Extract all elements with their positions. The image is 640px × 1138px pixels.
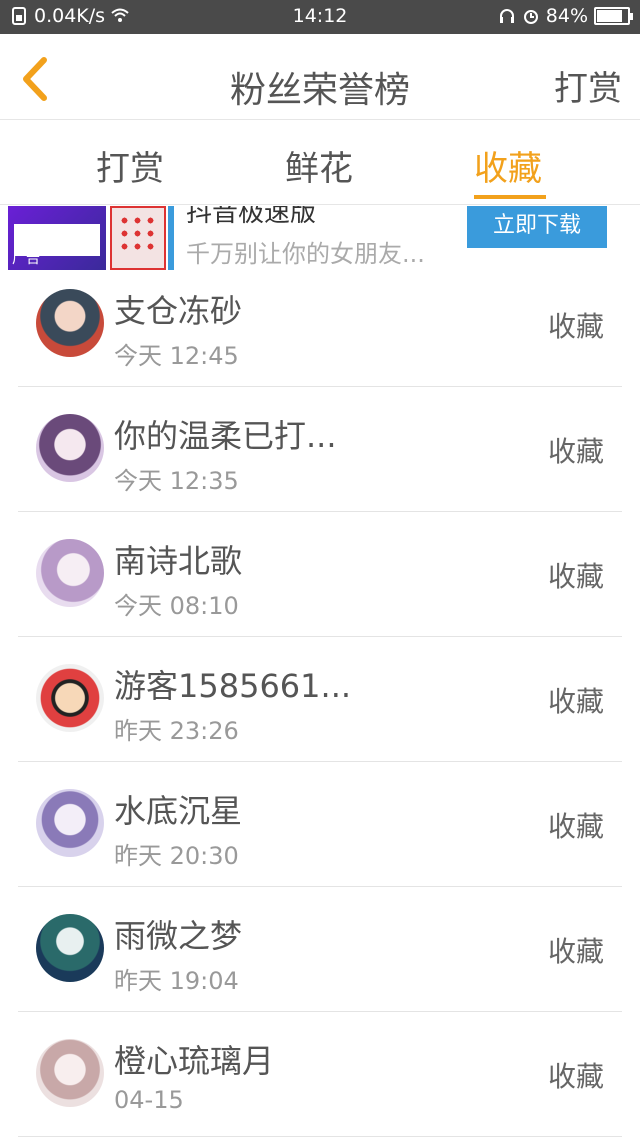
favorite-time: 今天 12:45	[114, 342, 239, 370]
header: 粉丝荣誉榜 打赏	[0, 34, 640, 120]
favorite-time: 昨天 23:26	[114, 717, 239, 745]
avatar[interactable]	[36, 539, 104, 607]
user-name: 橙心琉璃月	[114, 1042, 275, 1080]
list-item[interactable]: 游客1585661... 昨天 23:26 收藏	[0, 637, 640, 762]
ad-image: 广告	[8, 206, 106, 270]
tab-reward[interactable]: 打赏	[96, 141, 164, 190]
user-name: 水底沉星	[114, 792, 243, 830]
favorite-time: 今天 12:35	[114, 467, 239, 495]
list-item[interactable]: 橙心琉璃月 04-15 收藏	[0, 1012, 640, 1137]
ad-phone-image	[110, 206, 166, 270]
favorite-label: 收藏	[547, 685, 604, 718]
favorites-list: 支仓冻砂 今天 12:45 收藏 你的温柔已打... 今天 12:35 收藏 南…	[0, 262, 640, 1137]
status-bar: 0.04K/s 14:12 84%	[0, 0, 640, 34]
user-name: 支仓冻砂	[114, 292, 243, 330]
list-item[interactable]: 水底沉星 昨天 20:30 收藏	[0, 762, 640, 887]
avatar[interactable]	[36, 914, 104, 982]
favorite-label: 收藏	[547, 1060, 604, 1093]
battery-fill	[597, 10, 623, 22]
tab-bar: 打赏 鲜花 收藏	[0, 121, 640, 205]
avatar[interactable]	[36, 1039, 104, 1107]
user-name: 游客1585661...	[114, 667, 352, 705]
tab-favorites[interactable]: 收藏	[474, 141, 542, 190]
favorite-label: 收藏	[547, 435, 604, 468]
list-item[interactable]: 南诗北歌 今天 08:10 收藏	[0, 512, 640, 637]
avatar[interactable]	[36, 414, 104, 482]
tab-flowers[interactable]: 鲜花	[285, 141, 353, 190]
favorite-time: 昨天 19:04	[114, 967, 239, 995]
alarm-icon	[523, 10, 538, 24]
list-item[interactable]: 支仓冻砂 今天 12:45 收藏	[0, 262, 640, 387]
favorite-label: 收藏	[547, 310, 604, 343]
ad-title: 抖音极速版	[186, 206, 317, 228]
favorite-label: 收藏	[547, 560, 604, 593]
user-name: 雨微之梦	[114, 917, 243, 955]
active-tab-indicator	[474, 195, 546, 199]
battery-icon	[594, 7, 633, 25]
headset-icon	[499, 9, 514, 23]
list-item[interactable]: 你的温柔已打... 今天 12:35 收藏	[0, 387, 640, 512]
avatar[interactable]	[36, 289, 104, 357]
page-title: 粉丝荣誉榜	[229, 70, 410, 111]
reward-button[interactable]: 打赏	[554, 61, 622, 110]
user-name: 南诗北歌	[114, 542, 243, 580]
avatar[interactable]	[36, 789, 104, 857]
ad-download-button[interactable]: 立即下载	[467, 206, 607, 248]
user-name: 你的温柔已打...	[114, 417, 337, 455]
favorite-time: 今天 08:10	[114, 592, 239, 620]
favorite-time: 04-15	[114, 1086, 184, 1114]
list-item[interactable]: 雨微之梦 昨天 19:04 收藏	[0, 887, 640, 1012]
favorite-time: 昨天 20:30	[114, 842, 239, 870]
battery-text: 84%	[545, 5, 588, 27]
status-right: 84%	[498, 5, 633, 27]
favorite-label: 收藏	[547, 810, 604, 843]
favorite-label: 收藏	[547, 935, 604, 968]
avatar[interactable]	[36, 664, 104, 732]
